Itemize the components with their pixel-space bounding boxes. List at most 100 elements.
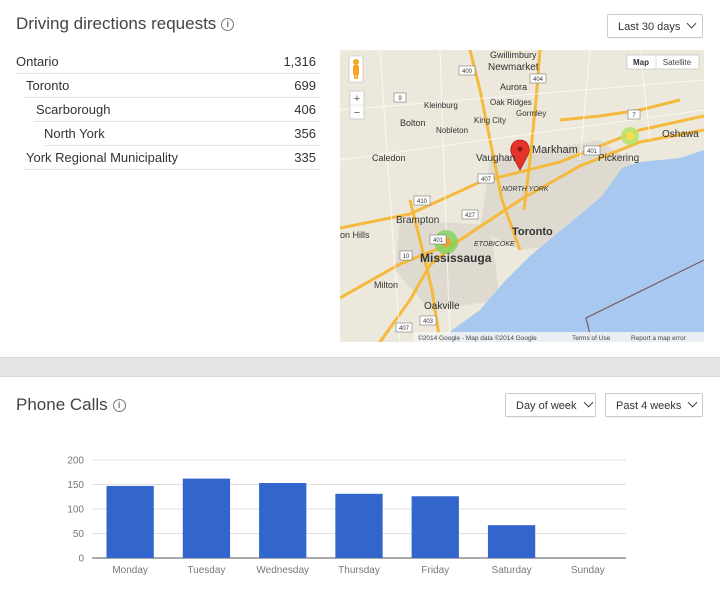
report-map-error-link[interactable]: Report a map error [631,335,687,342]
driving-directions-card: Driving directions requests i Last 30 day… [0,0,720,358]
x-tick-label: Thursday [338,565,380,576]
location-row: North York 356 [44,122,320,146]
route-shield: 9 [393,92,407,103]
map-place-label: Oakville [424,301,460,312]
route-shield: 400 [458,65,476,76]
location-name: North York [44,126,105,141]
location-row: Ontario 1,316 [16,50,320,74]
map-view[interactable]: Gwillimbury Newmarket Aurora Oak Ridges … [340,50,704,342]
phone-calls-title: Phone Calls i [16,395,126,415]
phone-calls-title-text: Phone Calls [16,395,108,414]
bar-wednesday[interactable] [259,483,307,558]
route-shield: 404 [529,73,547,84]
svg-text:400: 400 [462,69,473,75]
svg-text:401: 401 [587,149,598,155]
map-type-toggle: Map Satellite [626,54,700,70]
map-place-label: Pickering [598,153,639,164]
period-dropdown[interactable]: Past 4 weeks [605,393,703,417]
zoom-out-button[interactable]: − [354,107,360,119]
map-place-label: Bolton [400,118,426,128]
map-place-label: Newmarket [488,62,539,73]
location-row: Scarborough 406 [34,98,320,122]
location-name: York Regional Municipality [26,150,178,165]
bar-saturday[interactable] [487,525,536,558]
bar-friday[interactable] [411,496,459,558]
pegman-icon[interactable] [348,55,364,83]
route-shield: 7 [627,109,641,120]
route-shield: 407 [395,322,413,333]
map-place-label: Caledon [372,153,406,163]
map-type-map-button[interactable]: Map [633,58,649,67]
map-place-label: NORTH YORK [502,186,549,193]
bar-monday[interactable] [106,485,154,558]
x-tick-label: Tuesday [187,565,225,576]
map-place-label: Nobleton [436,126,468,135]
info-icon[interactable]: i [221,18,235,31]
terms-of-use-link[interactable]: Terms of Use [572,335,611,342]
map-place-label: Milton [374,280,398,290]
map-place-label: ETOBICOKE [474,241,515,248]
driving-directions-title-text: Driving directions requests [16,14,217,33]
map-place-label: Gormley [516,109,546,118]
location-count: 1,316 [283,54,316,69]
y-tick-label: 200 [67,456,84,467]
map-place-label: King City [474,116,506,125]
map-place-label: Gwillimbury [490,50,537,60]
map-type-satellite-button[interactable]: Satellite [663,58,692,67]
info-icon[interactable]: i [112,399,126,412]
zoom-in-button[interactable]: + [354,93,360,105]
chevron-down-icon [687,397,698,408]
group-by-dropdown-label: Day of week [516,400,577,412]
zoom-control: + − [349,90,365,120]
date-range-dropdown[interactable]: Last 30 days [607,14,703,38]
phone-calls-chart: 0 50 100 150 200 Monday Tuesday Wednesday Thurs… [67,456,626,576]
route-shield: 407 [477,173,495,184]
route-shield: 401 [583,145,601,156]
svg-text:10: 10 [403,254,410,260]
chevron-down-icon [583,397,593,408]
location-name: Scarborough [36,102,111,117]
map-place-label: Brampton [396,215,439,226]
location-count: 699 [294,78,316,93]
x-tick-label: Friday [421,565,449,576]
svg-text:407: 407 [399,326,410,332]
location-table: Ontario 1,316 Toronto 699 Scarborough 40… [16,50,320,170]
svg-text:401: 401 [433,238,444,244]
chevron-down-icon [686,18,697,29]
map-attribution: ©2014 Google - Map data ©2014 Google [418,334,537,342]
svg-text:403: 403 [423,319,434,325]
y-axis-tick-labels: 0 50 100 150 200 [67,456,84,565]
date-range-dropdown-label: Last 30 days [618,21,681,33]
location-row: Toronto 699 [24,74,320,98]
map-place-label: on Hills [340,230,370,240]
route-shield: 410 [413,195,431,206]
route-shield: 401 [429,234,447,245]
map-place-label: Oak Ridges [490,98,532,107]
y-tick-label: 50 [73,529,85,540]
map-canvas: Gwillimbury Newmarket Aurora Oak Ridges … [340,50,704,342]
map-marker-dot [517,146,523,152]
location-row: York Regional Municipality 335 [24,146,320,170]
period-dropdown-label: Past 4 weeks [616,400,682,412]
group-by-dropdown[interactable]: Day of week [505,393,596,417]
x-tick-label: Saturday [492,565,532,576]
location-name: Toronto [26,78,70,93]
svg-text:427: 427 [465,213,476,219]
map-place-label: Toronto [512,226,553,238]
map-place-label: Mississauga [420,251,492,265]
svg-text:404: 404 [533,77,544,83]
route-shield: 427 [461,209,479,220]
heatmap-spot [626,132,634,140]
chart-bars [106,478,536,558]
y-tick-label: 0 [78,554,84,565]
bar-tuesday[interactable] [182,478,231,558]
route-shield: 10 [399,250,413,261]
svg-text:407: 407 [481,177,492,183]
route-shield: 403 [419,315,437,326]
x-axis-tick-labels: Monday Tuesday Wednesday Thursday Friday Satu… [112,565,604,576]
bar-thursday[interactable] [335,493,383,558]
map-place-label: Oshawa [662,129,699,140]
map-place-label: Aurora [500,82,527,92]
y-tick-label: 100 [67,505,84,516]
y-tick-label: 150 [67,480,84,491]
